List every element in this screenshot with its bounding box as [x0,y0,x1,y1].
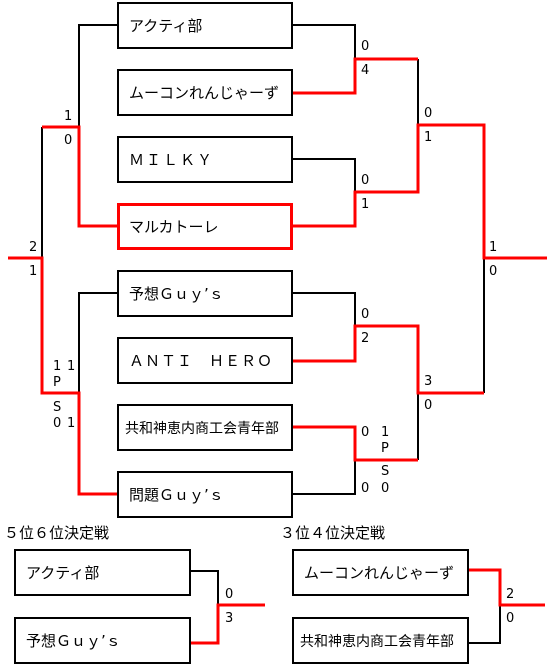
score: 0 [361,481,370,496]
score: 1 [67,359,76,374]
score: 1 [53,359,62,374]
team-box: 予想Ｇｕｙ’ｓ [14,617,191,664]
score: 0 [424,106,433,121]
score: 0 [361,425,370,440]
score: 3 [424,374,433,389]
team-box: アクティ部 [14,549,191,596]
pk-label: S [53,400,62,415]
team-box: 共和神恵内商工会青年部 [117,404,293,451]
score: 2 [506,587,515,602]
team-box: ＭＩＬＫＹ [117,136,293,183]
team-box: ムーコンれんじゃーず [117,69,293,116]
score: 0 [64,133,73,148]
score: 0 [361,173,370,188]
team-box: マルカトーレ [117,203,293,250]
score: 1 [67,416,76,431]
score: 1 [64,109,73,124]
team-box: 予想Ｇｕｙ’ｓ [117,270,293,317]
score: 2 [29,240,38,255]
team-box: 共和神恵内商工会青年部 [292,617,469,664]
pk-label: S [381,464,390,479]
score: 0 [489,264,498,279]
team-box: アクティ部 [117,2,293,49]
score: 1 [381,425,390,440]
score: 0 [225,587,234,602]
team-box: ＡＮＴＩ ＨＥＲＯ [117,337,293,384]
score: 0 [506,611,515,626]
score: 4 [361,63,370,78]
score: 1 [361,197,370,212]
score: 0 [53,416,62,431]
score: 3 [225,611,234,626]
team-box: 問題Ｇｕｙ’ｓ [117,471,293,518]
score: 2 [361,331,370,346]
score: 1 [424,130,433,145]
pk-label: P [53,375,61,390]
fifth-place-title: ５位６位決定戦 [4,524,110,542]
score: 1 [29,264,38,279]
score: 0 [361,39,370,54]
team-box: ムーコンれんじゃーず [292,549,469,596]
score: 0 [361,307,370,322]
score: 0 [424,398,433,413]
third-place-title: ３位４位決定戦 [280,524,386,542]
pk-label: P [381,441,389,456]
score: 1 [489,240,498,255]
score: 0 [381,481,390,496]
